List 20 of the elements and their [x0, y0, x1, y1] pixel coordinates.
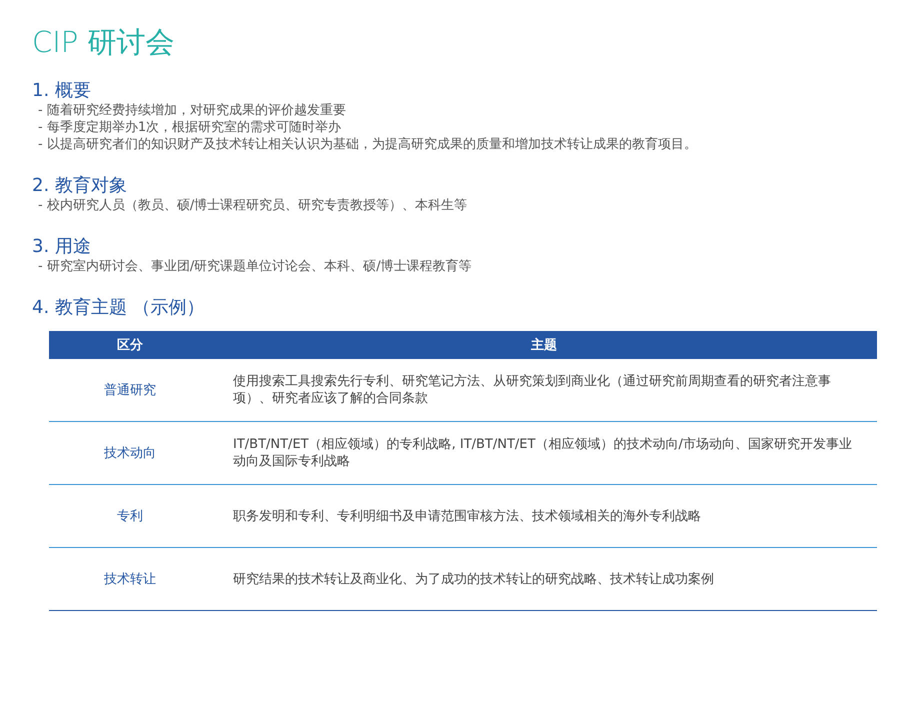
- section-heading: 1. 概要: [32, 80, 92, 102]
- bullet-text: - 每季度定期举办1次，根据研究室的需求可随时举办: [38, 119, 342, 136]
- bullet-text: - 随着研究经费持续增加，对研究成果的评价越发重要: [38, 102, 347, 119]
- section-heading: 4. 教育主题 （示例）: [32, 297, 206, 319]
- table-cell: 技术转让: [49, 548, 211, 610]
- table-cell: 专利: [49, 484, 211, 548]
- section-heading: 3. 用途: [32, 236, 92, 258]
- column-header: 主题: [211, 331, 877, 359]
- bullet-text: - 研究室内研讨会、事业团/研究课题单位讨论会、本科、硕/博士课程教育等: [38, 258, 473, 275]
- table-cell: 研究结果的技术转让及商业化、为了成功的技术转让的研究战略、技术转让成功案例: [211, 548, 877, 610]
- bullet-text: - 以提高研究者们的知识财产及技术转让相关认识为基础，为提高研究成果的质量和增加技术转让成果的教育项目。: [38, 136, 698, 153]
- column-header: 区分: [49, 331, 211, 359]
- section-heading: 2. 教育对象: [32, 175, 128, 197]
- table-cell: 职务发明和专利、专利明细书及申请范围审核方法、技术领域相关的海外专利战略: [211, 484, 877, 548]
- table-cell: 使用搜索工具搜索先行专利、研究笔记方法、从研究策划到商业化（通过研究前周期查看的研究者注意事项）、研究者应该了解的合同条款: [211, 359, 877, 422]
- table-cell: 技术动向: [49, 422, 211, 484]
- table-cell: 普通研究: [49, 359, 211, 422]
- page-title: CIP 研讨会: [32, 24, 176, 61]
- table-cell: IT/BT/NT/ET（相应领域）的专利战略, IT/BT/NT/ET（相应领域）的技术动向/市场动向、国家研究开发事业动向及国际专利战略: [211, 422, 877, 484]
- bullet-text: - 校内研究人员（教员、硕/博士课程研究员、研究专责教授等）、本科生等: [38, 197, 468, 214]
